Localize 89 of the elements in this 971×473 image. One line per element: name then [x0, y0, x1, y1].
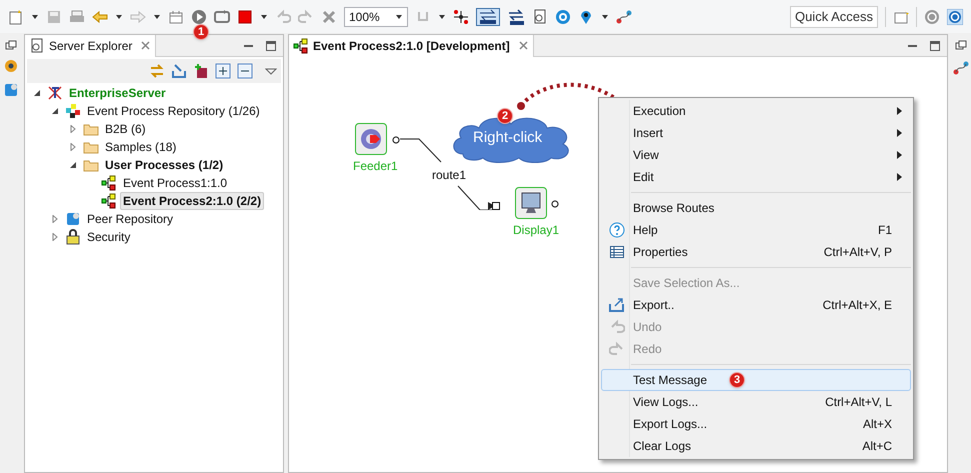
tree-item[interactable]: Event Process2:1.0 (2/2)	[120, 192, 264, 210]
tree-item[interactable]: EnterpriseServer	[66, 84, 169, 102]
redo-icon	[608, 341, 624, 357]
menu-item[interactable]: Edit	[601, 166, 911, 188]
expand-toggle-icon[interactable]	[69, 143, 77, 151]
menu-item[interactable]: Browse Routes	[601, 197, 911, 219]
back-arrow-icon[interactable]	[92, 8, 108, 24]
help-icon	[608, 222, 624, 238]
caret-icon[interactable]	[601, 12, 609, 20]
menu-item[interactable]: View Logs... Ctrl+Alt+V, L	[601, 391, 911, 413]
restore-icon[interactable]	[5, 40, 17, 50]
calendar-icon[interactable]	[168, 8, 184, 24]
feeder-icon	[358, 126, 384, 152]
new-file-icon[interactable]	[8, 8, 24, 24]
expand-toggle-icon[interactable]	[51, 233, 59, 241]
export-icon	[608, 297, 624, 313]
view-menu-icon[interactable]	[265, 66, 277, 76]
caret-icon[interactable]	[153, 12, 161, 20]
process-icon	[293, 38, 309, 54]
play-icon[interactable]	[191, 8, 207, 24]
map-pin-icon[interactable]	[578, 8, 594, 24]
expand-all-icon[interactable]	[215, 63, 231, 79]
delete-icon[interactable]	[321, 8, 337, 24]
step-badge: 3	[729, 372, 745, 388]
menu-item[interactable]: Insert	[601, 122, 911, 144]
target-icon[interactable]	[555, 8, 571, 24]
zoom-dropdown[interactable]: 100%	[344, 6, 408, 26]
close-icon[interactable]	[140, 40, 152, 51]
menu-item[interactable]: Export.. Ctrl+Alt+X, E	[601, 294, 911, 316]
lock-icon	[65, 229, 81, 245]
menu-item[interactable]: Export Logs... Alt+X	[601, 413, 911, 435]
maximize-icon[interactable]	[265, 40, 277, 52]
output-port-icon[interactable]	[551, 200, 559, 208]
caret-icon	[395, 12, 403, 20]
collapse-toggle-icon[interactable]	[69, 161, 77, 169]
menu-item[interactable]: Help F1	[601, 219, 911, 241]
display-node[interactable]	[515, 187, 547, 219]
perspective-switch-icon[interactable]	[924, 8, 940, 24]
gear-icon[interactable]	[3, 58, 19, 74]
caret-icon[interactable]	[115, 12, 123, 20]
caret-icon[interactable]	[31, 12, 39, 20]
perspective-icon[interactable]	[893, 8, 909, 24]
database-icon	[65, 211, 81, 227]
callout-text: Right-click	[473, 128, 542, 148]
feeder-node[interactable]	[355, 123, 387, 155]
tree-item[interactable]: Event Process1:1.0	[120, 174, 230, 192]
maximize-icon[interactable]	[929, 40, 941, 52]
output-port-icon[interactable]	[392, 136, 400, 144]
collapse-toggle-icon[interactable]	[51, 107, 59, 115]
tree-item[interactable]: Samples (18)	[102, 138, 180, 156]
tree-item[interactable]: B2B (6)	[102, 120, 149, 138]
node-label: Display1	[513, 222, 560, 239]
undo-icon	[608, 319, 624, 335]
process-icon	[101, 193, 117, 209]
refresh-icon[interactable]	[214, 8, 230, 24]
route-icon[interactable]	[616, 8, 632, 24]
caret-icon[interactable]	[438, 12, 446, 20]
restore-icon[interactable]	[955, 40, 967, 50]
database-icon[interactable]	[3, 82, 19, 98]
menu-item[interactable]: Properties Ctrl+Alt+V, P	[601, 241, 911, 263]
add-item-icon[interactable]	[193, 63, 209, 79]
network-icon[interactable]	[453, 8, 469, 24]
xyz-box-icon[interactable]	[476, 8, 500, 26]
import-icon[interactable]	[171, 63, 187, 79]
table-icon	[608, 244, 624, 260]
tree-item[interactable]: Event Process Repository (1/26)	[84, 102, 263, 120]
stop-icon[interactable]	[237, 8, 253, 24]
menu-item[interactable]: Clear Logs Alt+C	[601, 435, 911, 457]
collapse-all-icon[interactable]	[237, 63, 253, 79]
caret-icon[interactable]	[260, 12, 268, 20]
explorer-tab[interactable]: Server Explorer	[25, 34, 156, 56]
menu-item[interactable]: Test Message 3	[601, 369, 911, 391]
tree-item[interactable]: User Processes (1/2)	[102, 156, 226, 174]
menu-item[interactable]: Execution	[601, 100, 911, 122]
tree-item[interactable]: Security	[84, 228, 134, 246]
quick-access-field[interactable]: Quick Access	[790, 6, 878, 28]
print-icon[interactable]	[69, 8, 85, 24]
node-label: Feeder1	[353, 158, 398, 175]
process-icon	[101, 175, 117, 191]
xyz-arrows-icon[interactable]	[507, 8, 525, 24]
tree-item[interactable]: Peer Repository	[84, 210, 176, 228]
route-icon[interactable]	[953, 60, 969, 76]
editor-tab[interactable]: Event Process2:1.0 [Development]	[289, 34, 534, 56]
collapse-toggle-icon[interactable]	[33, 89, 41, 97]
expand-toggle-icon[interactable]	[51, 215, 59, 223]
close-icon[interactable]	[518, 40, 529, 51]
menu-item[interactable]: View	[601, 144, 911, 166]
expand-toggle-icon[interactable]	[69, 125, 77, 133]
active-perspective-icon[interactable]	[947, 8, 963, 24]
